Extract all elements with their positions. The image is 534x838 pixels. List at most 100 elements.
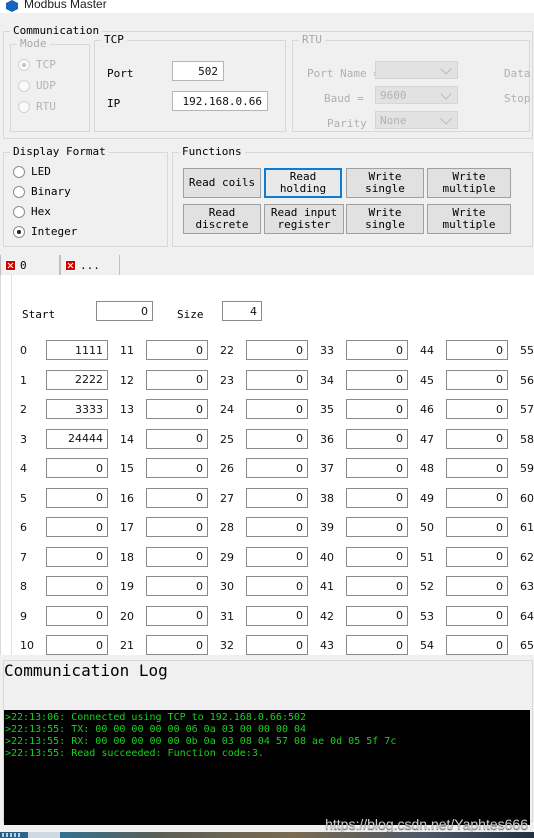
radio-mode-tcp[interactable]: TCP <box>18 58 56 71</box>
register-value-input[interactable]: 0 <box>446 546 508 567</box>
register-index-label: 36 <box>320 432 334 446</box>
taskbar[interactable] <box>0 832 534 838</box>
tcp-legend: TCP <box>101 33 127 46</box>
register-value-input[interactable]: 0 <box>446 487 508 508</box>
close-icon[interactable] <box>5 259 16 271</box>
radio-format-binary[interactable]: Binary <box>13 185 71 198</box>
register-value-input[interactable]: 0 <box>146 369 208 390</box>
register-value-input[interactable]: 0 <box>346 605 408 626</box>
register-value-input[interactable]: 0 <box>346 576 408 596</box>
register-value-input[interactable]: 0 <box>46 517 108 537</box>
register-value-input[interactable]: 0 <box>246 369 308 390</box>
register-index-label: 24 <box>220 403 234 416</box>
register-value-input[interactable]: 0 <box>246 340 308 360</box>
register-value-input[interactable]: 0 <box>46 487 108 508</box>
register-value-input[interactable]: 1111 <box>46 340 108 360</box>
register-index-label: 63 <box>520 580 534 593</box>
radio-format-binary-label: Binary <box>31 185 71 198</box>
radio-format-integer[interactable]: Integer <box>13 225 77 238</box>
rtu-baud-select[interactable]: 9600 <box>375 86 458 104</box>
register-value-input[interactable]: 0 <box>46 605 108 626</box>
register-value-input[interactable]: 0 <box>246 428 308 449</box>
register-value-input[interactable]: 0 <box>146 576 208 596</box>
taskbar-start-icon[interactable] <box>2 833 20 837</box>
close-icon[interactable] <box>65 259 76 271</box>
register-value-input[interactable]: 0 <box>346 517 408 537</box>
rtu-parity-select[interactable]: None <box>375 111 458 129</box>
register-value-input[interactable]: 0 <box>346 428 408 449</box>
register-value-input[interactable]: 0 <box>346 487 408 508</box>
register-value-input[interactable]: 0 <box>246 399 308 419</box>
register-value-input[interactable]: 0 <box>146 605 208 626</box>
register-value-input[interactable]: 0 <box>146 517 208 537</box>
taskbar-active-item[interactable] <box>28 832 60 838</box>
register-value-input[interactable]: 0 <box>346 340 408 360</box>
register-value-input[interactable]: 2222 <box>46 369 108 390</box>
radio-format-led[interactable]: LED <box>13 165 51 178</box>
register-value-input[interactable]: 0 <box>46 635 108 655</box>
btn-write-multiple-2[interactable]: Write multiple <box>427 204 511 234</box>
register-value-input[interactable]: 0 <box>346 635 408 655</box>
tab-0[interactable]: 0 <box>0 255 60 275</box>
register-value-input[interactable]: 0 <box>146 546 208 567</box>
register-value-input[interactable]: 0 <box>146 458 208 478</box>
radio-mode-rtu[interactable]: RTU <box>18 100 56 113</box>
register-value-input[interactable]: 0 <box>446 576 508 596</box>
register-value-input[interactable]: 0 <box>246 458 308 478</box>
btn-read-discrete[interactable]: Read discrete <box>183 204 261 234</box>
register-value-input[interactable]: 0 <box>246 605 308 626</box>
register-value-input[interactable]: 0 <box>346 546 408 567</box>
register-value-input[interactable]: 0 <box>446 369 508 390</box>
btn-write-single-1[interactable]: Write single <box>346 168 424 198</box>
btn-read-holding[interactable]: Read holding <box>264 168 342 198</box>
register-index-label: 3 <box>20 432 27 446</box>
btn-write-single-2[interactable]: Write single <box>346 204 424 234</box>
register-value-input[interactable]: 0 <box>446 458 508 478</box>
register-value-input[interactable]: 0 <box>246 546 308 567</box>
btn-read-coils[interactable]: Read coils <box>183 168 261 198</box>
register-index-label: 56 <box>520 373 534 387</box>
register-value-input[interactable]: 0 <box>146 487 208 508</box>
register-value-input[interactable]: 0 <box>46 458 108 478</box>
register-value-input[interactable]: 0 <box>246 635 308 655</box>
btn-read-input-register[interactable]: Read input register <box>264 204 344 234</box>
register-value-input[interactable]: 0 <box>346 399 408 419</box>
register-value-input[interactable]: 0 <box>146 399 208 419</box>
tcp-ip-input[interactable]: 192.168.0.66 <box>172 91 268 111</box>
register-value-input[interactable]: 0 <box>446 399 508 419</box>
start-label: Start <box>22 308 56 321</box>
tab-ellipsis[interactable]: ... <box>60 255 120 275</box>
functions-group: Functions Read coils Read holding Write … <box>172 145 533 247</box>
register-value-input[interactable]: 0 <box>146 428 208 449</box>
register-value-input[interactable]: 0 <box>346 369 408 390</box>
register-value-input[interactable]: 0 <box>146 635 208 655</box>
start-input[interactable]: 0 <box>96 301 153 321</box>
log-line: >22:13:55: Read succeeded: Function code… <box>5 748 264 759</box>
register-value-input[interactable]: 0 <box>246 517 308 537</box>
register-value-input[interactable]: 3333 <box>46 399 108 419</box>
register-value-input[interactable]: 0 <box>346 458 408 478</box>
register-value-input[interactable]: 0 <box>146 340 208 360</box>
register-value-input[interactable]: 0 <box>446 340 508 360</box>
register-index-label: 9 <box>20 609 27 623</box>
register-index-label: 27 <box>220 491 234 505</box>
register-value-input[interactable]: 0 <box>246 487 308 508</box>
log-console[interactable]: >22:13:06: Connected using TCP to 192.16… <box>4 710 530 825</box>
register-value-input[interactable]: 0 <box>446 605 508 626</box>
register-value-input[interactable]: 0 <box>46 576 108 596</box>
rtu-stop-label: Stop <box>504 92 531 105</box>
register-index-label: 11 <box>120 344 134 357</box>
register-value-input[interactable]: 0 <box>46 546 108 567</box>
rtu-port-name-select[interactable] <box>375 61 458 79</box>
size-input[interactable]: 4 <box>222 301 262 321</box>
radio-format-hex[interactable]: Hex <box>13 205 51 218</box>
register-value-input[interactable]: 0 <box>446 517 508 537</box>
register-index-label: 28 <box>220 521 234 534</box>
btn-write-multiple-1[interactable]: Write multiple <box>427 168 511 198</box>
radio-mode-udp[interactable]: UDP <box>18 79 56 92</box>
tcp-port-input[interactable]: 502 <box>172 61 224 81</box>
register-value-input[interactable]: 0 <box>446 428 508 449</box>
register-value-input[interactable]: 0 <box>446 635 508 655</box>
register-value-input[interactable]: 24444 <box>46 428 108 449</box>
register-value-input[interactable]: 0 <box>246 576 308 596</box>
